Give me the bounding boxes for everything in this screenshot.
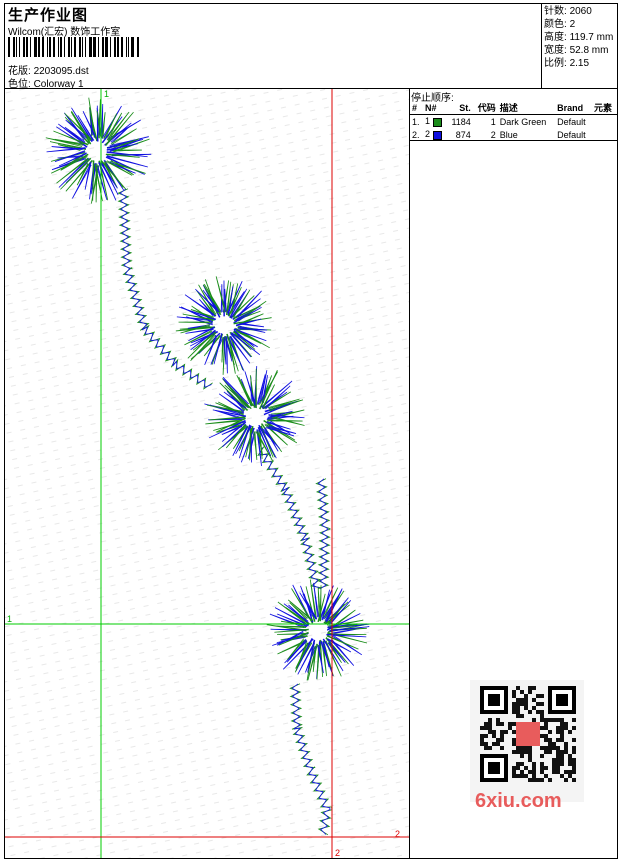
thread-table: # N# St. 代码 描述 Brand 元素 1. 1 1184 1 Dark… [410,101,617,141]
stat-row: 颜色: 2 [544,18,613,31]
col-needle: N# [425,102,437,113]
stats-block: 针数: 2060 颜色: 2 高度: 119.7 mm 宽度: 52.8 mm … [544,5,613,70]
stat-value: 52.8 mm [569,45,609,56]
col-stitches: St. [459,102,471,113]
stat-value: 2.15 [569,58,590,69]
stat-row: 比例: 2.15 [544,57,613,70]
thread-table-header: # N# St. 代码 描述 Brand 元素 [410,101,617,115]
stat-label: 针数: [544,6,567,17]
row-index: 2. [412,129,420,140]
stat-label: 高度: [544,32,567,43]
color-swatch [432,117,442,127]
row-description: Dark Green [499,116,547,127]
stat-label: 宽度: [544,45,567,56]
red-bottom-marker: 2 [335,848,340,858]
row-stitches: 874 [455,129,471,140]
row-element [592,115,617,129]
stat-label: 比例: [544,58,567,69]
col-element: 元素 [593,103,612,113]
stat-value: 2060 [569,6,592,17]
row-code: 2 [490,129,496,140]
studio-name: Wilcom(汇宏) 数饰工作室 [8,27,121,38]
col-brand: Brand [557,102,584,113]
watermark-text: 6xiu.com [475,790,562,812]
colorway-line: 色位: Colorway 1 [8,75,84,90]
col-code: 代码 [477,103,496,113]
row-needle: 1 [423,115,446,129]
row-element [592,128,617,141]
stat-label: 颜色: [544,19,567,30]
stat-row: 针数: 2060 [544,5,613,18]
table-row: 2. 2 874 2 Blue Default [410,128,617,141]
panel-divider [409,88,410,859]
row-description: Blue [499,129,518,140]
green-left-marker: 1 [7,614,12,624]
red-right-marker: 2 [395,829,400,839]
qr-code-image [470,680,584,802]
fabric-texture [5,89,409,858]
row-brand: Default [557,129,586,140]
stat-row: 宽度: 52.8 mm [544,44,613,57]
col-description: 描述 [499,103,518,113]
row-needle: 2 [423,128,446,141]
row-index: 1. [412,116,420,127]
table-row: 1. 1 1184 1 Dark Green Default [410,115,617,129]
embroidery-design-image: 1 1 2 2 [5,89,409,858]
row-stitches: 1184 [451,116,471,127]
row-brand: Default [557,116,586,127]
stat-row: 高度: 119.7 mm [544,31,613,44]
green-top-marker: 1 [104,89,109,99]
design-preview: 1 1 2 2 [5,89,409,858]
stat-value: 119.7 mm [569,32,614,43]
color-swatch [432,130,442,140]
sheet-title: 生产作业图 [8,7,89,24]
stats-divider [541,3,542,89]
barcode-image [8,37,139,57]
stat-value: 2 [569,19,576,30]
row-code: 1 [490,116,496,127]
col-index: # [412,102,418,113]
